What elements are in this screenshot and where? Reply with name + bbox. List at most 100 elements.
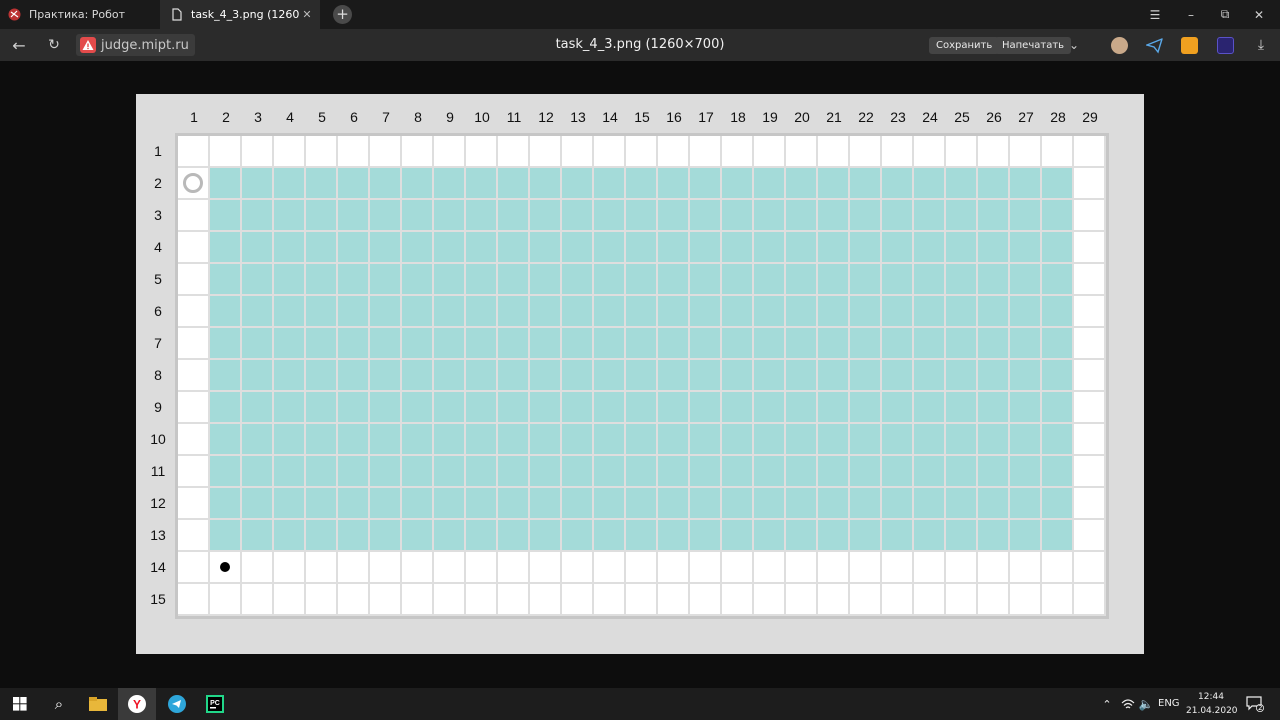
grid-cell-filled [1010, 296, 1042, 328]
volume-icon[interactable]: 🔈 [1138, 688, 1154, 720]
grid-cell [306, 552, 338, 584]
pycharm-icon[interactable]: PC [203, 688, 227, 720]
grid-cell-filled [914, 424, 946, 456]
column-label: 11 [506, 109, 522, 125]
grid-cell [1074, 360, 1106, 392]
grid-cell-filled [850, 232, 882, 264]
grid-cell [498, 552, 530, 584]
grid-cell-filled [978, 488, 1010, 520]
windows-start-icon[interactable] [8, 688, 32, 720]
grid-cell-filled [658, 392, 690, 424]
grid-cell [1074, 552, 1106, 584]
chevron-up-icon[interactable]: ⌃ [1100, 688, 1114, 720]
tab-close-icon[interactable]: ✕ [300, 8, 314, 21]
grid-cell [754, 584, 786, 616]
file-explorer-icon[interactable] [86, 688, 110, 720]
print-button[interactable]: Напечатать [995, 37, 1072, 54]
restore-icon[interactable]: ⧉ [1208, 0, 1242, 29]
grid-cell-filled [434, 264, 466, 296]
chevron-down-icon[interactable]: ⌄ [1064, 29, 1084, 61]
grid-cell-filled [434, 360, 466, 392]
grid-cell-filled [626, 360, 658, 392]
back-arrow-icon[interactable]: ← [8, 29, 30, 61]
clock[interactable]: 12:44 21.04.2020 [1186, 690, 1238, 718]
tab-task-image[interactable]: task_4_3.png (1260×700) ✕ [160, 0, 320, 29]
grid-cell [1074, 456, 1106, 488]
grid-cell-filled [914, 168, 946, 200]
grid-cell-filled [946, 488, 978, 520]
notifications-icon[interactable]: 2 [1244, 688, 1266, 720]
grid-cell [402, 136, 434, 168]
grid-cell-filled [434, 488, 466, 520]
grid-cell [562, 136, 594, 168]
grid-cell [914, 552, 946, 584]
grid-cell-filled [818, 424, 850, 456]
grid-cell-filled [978, 296, 1010, 328]
menu-icon[interactable]: ☰ [1138, 0, 1172, 29]
tab-practice-robot[interactable]: Практика: Робот [0, 0, 158, 29]
grid-cell [1074, 264, 1106, 296]
site-address[interactable]: judge.mipt.ru [76, 34, 195, 56]
grid-cell-filled [1010, 488, 1042, 520]
grid-cell-filled [1010, 168, 1042, 200]
grid-cell-filled [786, 488, 818, 520]
grid-cell [242, 136, 274, 168]
close-window-icon[interactable]: ✕ [1242, 0, 1276, 29]
grid-cell [882, 136, 914, 168]
grid-cell-filled [210, 232, 242, 264]
grid-cell [658, 136, 690, 168]
download-icon[interactable]: ⤓ [1252, 29, 1270, 61]
grid-cell-filled [306, 296, 338, 328]
grid-cell-filled [626, 296, 658, 328]
grid-cell-filled [402, 296, 434, 328]
grid-cell [1074, 392, 1106, 424]
grid-cell [690, 136, 722, 168]
input-language[interactable]: ENG [1158, 688, 1180, 720]
grid-cell-filled [338, 296, 370, 328]
grid-cell-filled [466, 392, 498, 424]
grid-cell-filled [498, 424, 530, 456]
grid-cell-filled [402, 200, 434, 232]
profile-avatar-icon[interactable] [1111, 37, 1128, 54]
grid-cell-filled [338, 200, 370, 232]
grid-cell-filled [978, 424, 1010, 456]
grid-cell-filled [370, 520, 402, 552]
grid-cell-filled [1042, 392, 1074, 424]
wifi-icon[interactable] [1120, 688, 1136, 720]
row-label: 13 [150, 527, 166, 543]
search-icon[interactable]: ⌕ [47, 688, 71, 720]
grid-cell-filled [754, 424, 786, 456]
new-tab-button[interactable]: + [333, 5, 352, 24]
extension-icon[interactable] [1217, 37, 1234, 54]
save-button[interactable]: Сохранить [929, 37, 1000, 54]
grid-cell [562, 552, 594, 584]
grid-cell [1074, 296, 1106, 328]
grid-cell [178, 136, 210, 168]
extension-icon[interactable] [1181, 37, 1198, 54]
grid-cell-filled [562, 168, 594, 200]
grid-cell-filled [402, 328, 434, 360]
column-label: 13 [570, 109, 586, 125]
grid-cell-filled [242, 168, 274, 200]
telegram-icon[interactable] [165, 688, 189, 720]
grid-cell-filled [306, 264, 338, 296]
grid-cell-filled [274, 232, 306, 264]
grid-cell [818, 552, 850, 584]
reload-icon[interactable]: ↻ [44, 29, 64, 61]
grid-cell [338, 552, 370, 584]
row-label: 2 [154, 175, 162, 191]
grid-cell-filled [914, 360, 946, 392]
minimize-icon[interactable]: – [1174, 0, 1208, 29]
grid-cell-filled [786, 392, 818, 424]
grid-cell [1074, 584, 1106, 616]
yandex-browser-icon[interactable]: Y [118, 688, 156, 720]
grid-cell [754, 552, 786, 584]
grid-cell-filled [498, 168, 530, 200]
grid-cell-filled [242, 456, 274, 488]
send-icon[interactable] [1146, 37, 1163, 54]
grid-cell [1042, 584, 1074, 616]
grid-cell-filled [1010, 264, 1042, 296]
grid-cell [178, 584, 210, 616]
grid-cell-filled [754, 456, 786, 488]
grid-cell-filled [338, 168, 370, 200]
